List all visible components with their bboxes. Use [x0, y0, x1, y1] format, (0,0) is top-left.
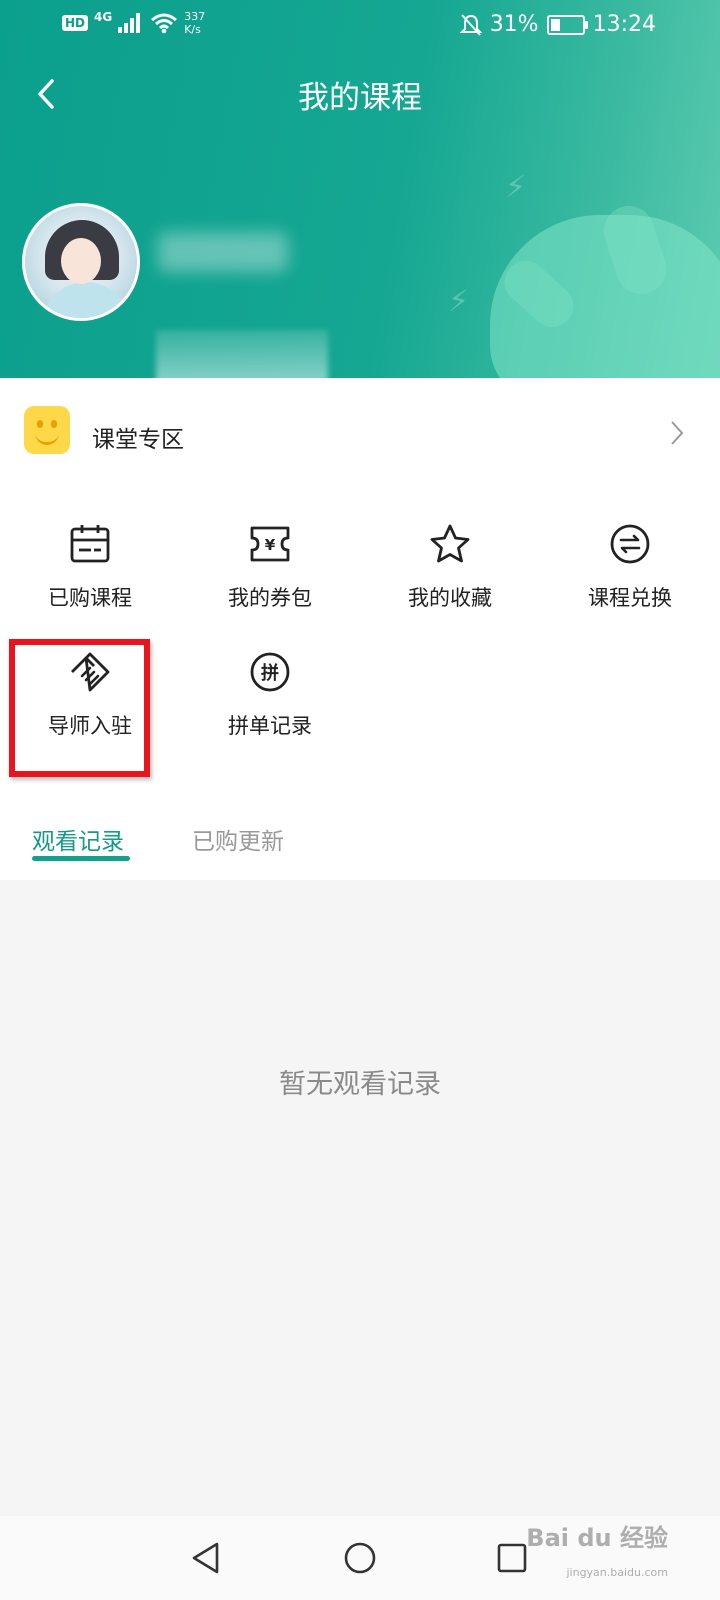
- triangle-back-icon: [192, 1542, 219, 1574]
- baidu-watermark: Bai du 经验: [526, 1524, 668, 1552]
- grid-item-group-buy-records[interactable]: 拼 拼单记录: [180, 650, 360, 760]
- grid-label: 拼单记录: [228, 714, 312, 738]
- hd-badge: HD: [62, 15, 89, 31]
- decoration-bolt-icon: ⚡: [448, 284, 470, 319]
- mute-bell-icon: [459, 13, 482, 36]
- smiley-face-icon: [24, 406, 70, 454]
- tab-watch-history[interactable]: 观看记录: [32, 822, 124, 856]
- baidu-watermark-url: jingyan.baidu.com: [566, 1566, 668, 1579]
- decoration-bolt-icon: ⚡: [505, 170, 527, 205]
- network-type: 4G: [94, 10, 113, 24]
- signal-icon: [118, 13, 141, 33]
- grid-label: 我的券包: [228, 586, 312, 610]
- menu-panel: 课堂专区 已购课程 ¥ 我的券包 我的收藏 课程兑换 导师入驻 拼 拼单记录 观…: [0, 378, 720, 880]
- blurred-overlay: [156, 330, 328, 420]
- grid-item-coupons[interactable]: ¥ 我的券包: [180, 522, 360, 632]
- profile-header: ⚡ ⚡ HD 4G 337 K/s 31% 13:24 我的课程: [0, 0, 720, 378]
- grid-label: 我的收藏: [408, 586, 492, 610]
- tab-purchased-updates[interactable]: 已购更新: [192, 822, 284, 856]
- chevron-right-icon: [671, 421, 684, 445]
- page-title: 我的课程: [298, 80, 422, 116]
- nav-back-button[interactable]: [184, 1536, 228, 1580]
- tab-bar: 观看记录 已购更新: [0, 800, 720, 880]
- grid-label: 课程兑换: [588, 586, 672, 610]
- classroom-zone-label: 课堂专区: [92, 427, 184, 453]
- svg-text:拼: 拼: [261, 662, 279, 684]
- grid-item-purchased-courses[interactable]: 已购课程: [0, 522, 180, 632]
- avatar[interactable]: [22, 203, 140, 321]
- coupon-icon: ¥: [248, 522, 292, 566]
- empty-state-text: 暂无观看记录: [279, 1069, 441, 1100]
- square-recents-icon: [497, 1543, 527, 1573]
- battery-icon: [546, 14, 588, 35]
- wifi-icon: [151, 13, 178, 34]
- exchange-icon: [608, 522, 652, 566]
- grid-item-course-exchange[interactable]: 课程兑换: [540, 522, 720, 632]
- nav-home-button[interactable]: [338, 1536, 382, 1580]
- grid-label: 已购课程: [48, 586, 132, 610]
- svg-text:¥: ¥: [265, 536, 276, 554]
- calendar-icon: [68, 522, 112, 566]
- grid-item-favorites[interactable]: 我的收藏: [360, 522, 540, 632]
- star-icon: [428, 522, 472, 566]
- status-bar: HD 4G 337 K/s 31% 13:24: [0, 0, 720, 52]
- classroom-zone-row[interactable]: 课堂专区: [0, 398, 720, 472]
- decoration-bunny: [490, 215, 720, 378]
- clock: 13:24: [592, 12, 656, 37]
- blurred-username: [158, 232, 288, 272]
- active-tab-indicator: [32, 856, 130, 861]
- network-speed: 337 K/s: [184, 10, 206, 36]
- circle-home-icon: [344, 1542, 376, 1574]
- battery-percent: 31%: [489, 12, 539, 37]
- group-buy-icon: 拼: [248, 650, 292, 694]
- annotation-highlight-box: [9, 639, 150, 777]
